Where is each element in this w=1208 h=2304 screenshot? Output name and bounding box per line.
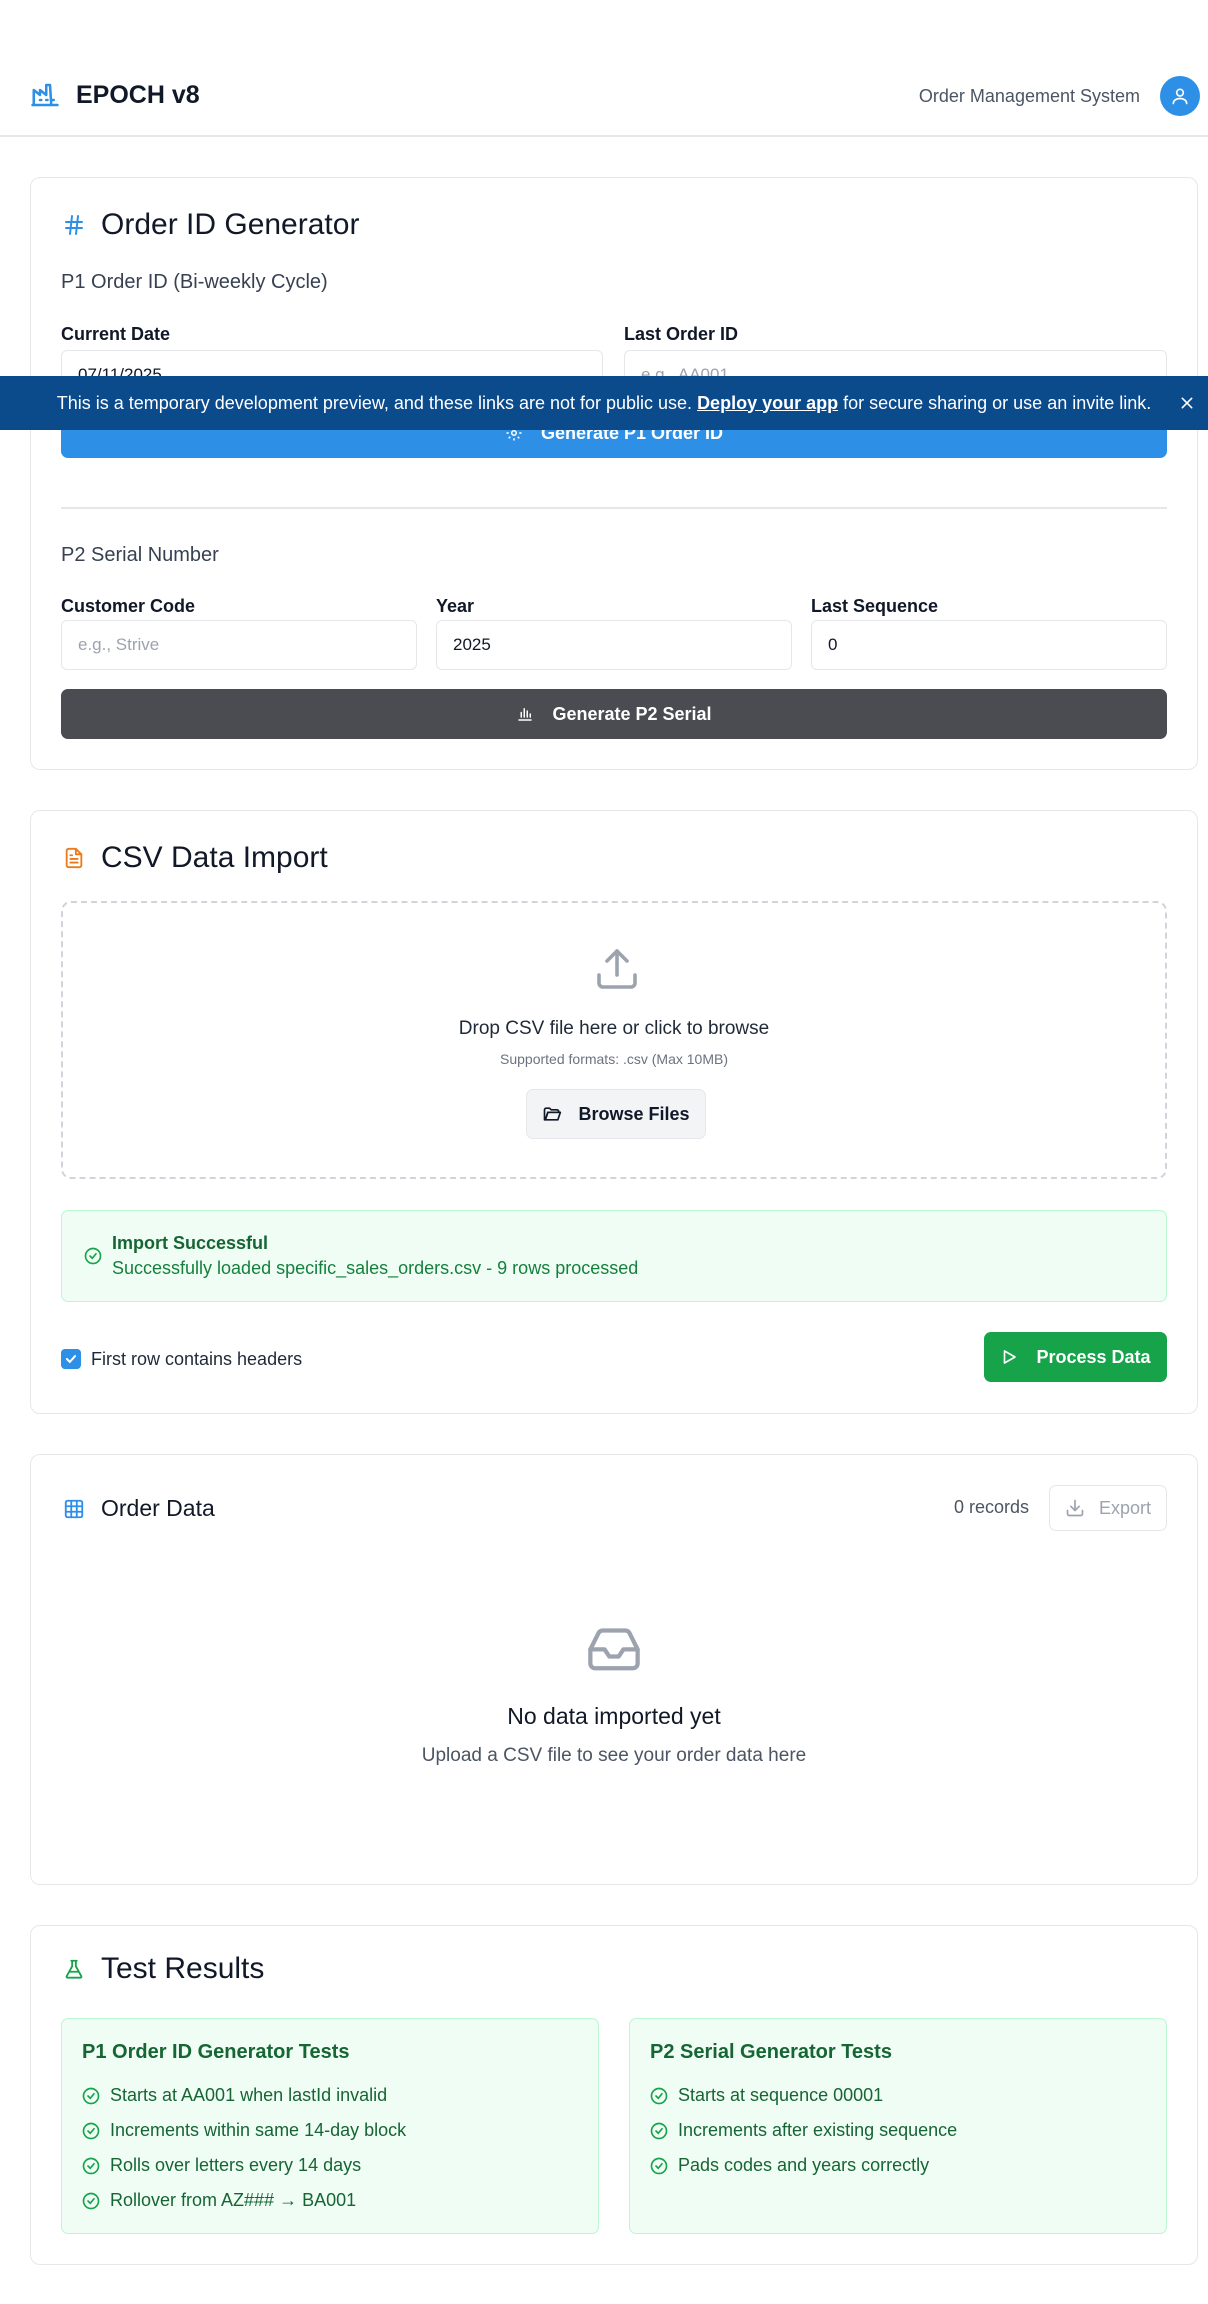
order-data-card: Order Data 0 records Export No data impo… (30, 1454, 1198, 1885)
year-value: 2025 (453, 635, 491, 654)
test-item: Pads codes and years correctly (650, 2155, 929, 2176)
test-item-label: Rolls over letters every 14 days (110, 2155, 362, 2175)
supported-formats: Supported formats: .csv (Max 10MB) (500, 1051, 728, 1067)
test-item-label: Increments after existing sequence (678, 2120, 958, 2140)
header-subtitle: Order Management System (918, 85, 1140, 106)
current-date-label: Current Date (61, 324, 171, 344)
empty-state-subtitle: Upload a CSV file to see your order data… (421, 1745, 807, 1766)
generate-p2-label: Generate P2 Serial (552, 703, 712, 724)
hash-icon (61, 212, 87, 238)
p1-section-label: P1 Order ID (Bi-weekly Cycle) (61, 271, 328, 293)
order-id-generator-card: Order ID Generator P1 Order ID (Bi-weekl… (30, 177, 1198, 770)
user-icon (1172, 88, 1188, 105)
check-circle-icon (82, 2122, 100, 2140)
check-circle-icon (82, 2192, 100, 2210)
customer-code-placeholder: e.g., Strive (78, 635, 160, 654)
p2-section-label: P2 Serial Number (61, 544, 219, 566)
p1-tests-title: P1 Order ID Generator Tests (82, 2041, 350, 2063)
dev-preview-banner: This is a temporary development preview,… (0, 376, 1208, 430)
csv-import-card: CSV Data Import Drop CSV file here or cl… (30, 810, 1198, 1414)
order-data-title: Order Data (101, 1495, 215, 1521)
test-item: Starts at AA001 when lastId invalid (82, 2085, 387, 2106)
test-item: Starts at sequence 00001 (650, 2085, 883, 2106)
bar-chart-icon (516, 705, 534, 723)
p2-tests-title: P2 Serial Generator Tests (650, 2041, 892, 2063)
success-message: Successfully loaded specific_sales_order… (112, 1258, 639, 1278)
check-circle-icon (82, 2157, 100, 2175)
check-circle-icon (84, 1247, 102, 1270)
test-item: Increments after existing sequence (650, 2120, 957, 2141)
export-label: Export (1098, 1497, 1152, 1518)
check-icon (65, 1355, 77, 1364)
csv-import-title: CSV Data Import (101, 841, 328, 874)
last-sequence-label: Last Sequence (811, 596, 939, 616)
check-circle-icon (650, 2087, 668, 2105)
banner-text-after: for secure sharing or use an invite link… (843, 392, 1152, 413)
year-label: Year (436, 596, 475, 616)
last-order-id-label: Last Order ID (624, 324, 739, 344)
process-data-label: Process Data (1036, 1346, 1151, 1367)
file-text-icon (61, 845, 87, 871)
drop-instructions: Drop CSV file here or click to browse (458, 1018, 770, 1039)
upload-icon (593, 945, 641, 998)
last-sequence-input[interactable]: 0 (811, 620, 1167, 670)
headers-checkbox[interactable] (61, 1349, 81, 1369)
headers-checkbox-label[interactable]: First row contains headers (91, 1349, 302, 1370)
brand[interactable]: EPOCH v8 (30, 80, 200, 110)
check-circle-icon (650, 2157, 668, 2175)
export-button[interactable]: Export (1049, 1485, 1167, 1531)
customer-code-input[interactable]: e.g., Strive (61, 620, 417, 670)
app-title: EPOCH v8 (76, 80, 200, 109)
app-header: EPOCH v8 Order Management System (0, 0, 1208, 137)
play-icon (1000, 1348, 1018, 1366)
test-item-label: Increments within same 14-day block (110, 2120, 407, 2140)
test-item: Rollover from AZ### → BA001 (82, 2190, 356, 2211)
process-data-button[interactable]: Process Data (984, 1332, 1167, 1382)
download-icon (1065, 1498, 1085, 1518)
last-sequence-value: 0 (828, 635, 838, 654)
success-title: Import Successful (112, 1233, 269, 1253)
import-success-alert: Import Successful Successfully loaded sp… (61, 1210, 1167, 1302)
check-circle-icon (82, 2087, 100, 2105)
p2-tests-panel: P2 Serial Generator Tests Starts at sequ… (629, 2018, 1167, 2234)
test-item: Rolls over letters every 14 days (82, 2155, 361, 2176)
folder-open-icon (542, 1104, 562, 1124)
order-generator-title: Order ID Generator (101, 208, 360, 241)
user-avatar[interactable] (1160, 76, 1200, 116)
test-item-label: Pads codes and years correctly (678, 2155, 930, 2175)
close-icon[interactable] (1176, 392, 1198, 414)
table-icon (61, 1496, 87, 1522)
deploy-app-link[interactable]: Deploy your app (697, 393, 838, 414)
factory-icon (30, 80, 60, 110)
test-item-label: Starts at sequence 00001 (678, 2085, 884, 2105)
browse-files-label: Browse Files (578, 1103, 690, 1124)
banner-text: This is a temporary development preview,… (56, 392, 693, 413)
browse-files-button[interactable]: Browse Files (526, 1089, 706, 1139)
inbox-icon (585, 1621, 643, 1678)
csv-dropzone[interactable]: Drop CSV file here or click to browse Su… (61, 901, 1167, 1179)
test-results-card: Test Results P1 Order ID Generator Tests… (30, 1925, 1198, 2265)
test-item-label: Starts at AA001 when lastId invalid (110, 2085, 388, 2105)
year-input[interactable]: 2025 (436, 620, 792, 670)
p1-tests-panel: P1 Order ID Generator Tests Starts at AA… (61, 2018, 599, 2234)
customer-code-label: Customer Code (61, 596, 196, 616)
test-item-label: Rollover from AZ### → BA001 (110, 2190, 357, 2210)
flask-icon (61, 1956, 87, 1982)
test-results-title: Test Results (101, 1952, 265, 1985)
generate-p2-button[interactable]: Generate P2 Serial (61, 689, 1167, 739)
records-count: 0 records (953, 1497, 1029, 1517)
empty-state-title: No data imported yet (507, 1703, 721, 1729)
check-circle-icon (650, 2122, 668, 2140)
test-item: Increments within same 14-day block (82, 2120, 406, 2141)
section-divider (61, 507, 1167, 509)
